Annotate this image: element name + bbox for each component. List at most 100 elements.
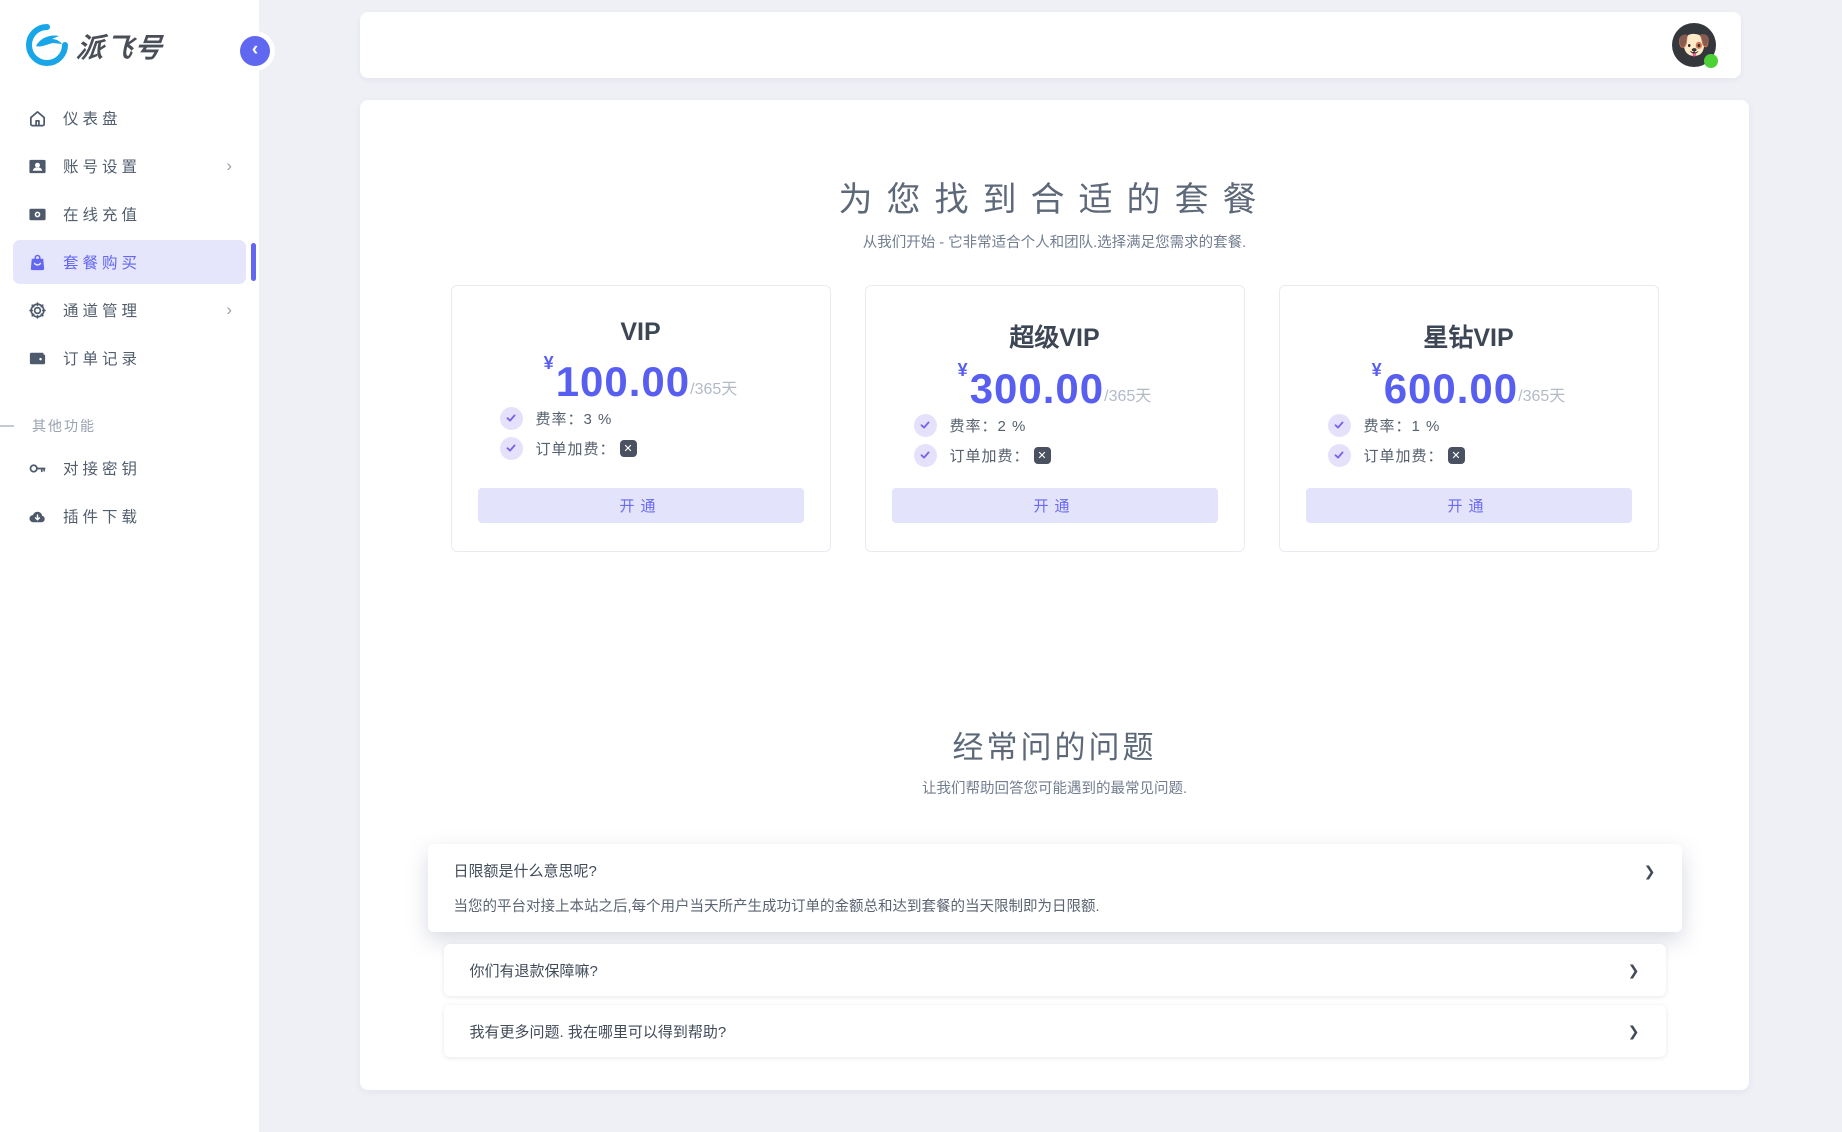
sidebar-item-order-records[interactable]: 订单记录 xyxy=(13,336,246,380)
logo-bird-icon xyxy=(26,24,68,66)
faq-question: 日限额是什么意思呢? xyxy=(453,863,597,880)
sidebar-section-other: 其他功能 xyxy=(0,416,259,436)
sidebar-item-account-settings[interactable]: 账号设置 xyxy=(13,144,246,188)
content-card: 为您找到合适的套餐 从我们开始 - 它非常适合个人和团队.选择满足您需求的套餐.… xyxy=(360,100,1749,1090)
faq-title: 经常问的问题 xyxy=(952,730,1157,765)
feature-surcharge: 订单加费： xyxy=(499,433,830,463)
faq-question-row: 日限额是什么意思呢? xyxy=(454,860,1656,881)
price-amount: 100.00 xyxy=(555,358,691,405)
shopping-bag-icon xyxy=(27,252,47,272)
feature-rate: 费率：3 % xyxy=(499,403,830,433)
cash-icon xyxy=(27,204,47,224)
plan-price: ¥ 300.00 /365天 xyxy=(866,358,1244,410)
check-icon xyxy=(499,436,523,460)
cloud-download-icon xyxy=(27,506,47,526)
price-period: /365天 xyxy=(1518,388,1566,405)
active-indicator-bar xyxy=(251,243,256,281)
faq-question: 我有更多问题. 我在哪里可以得到帮助? xyxy=(469,1023,727,1041)
plan-price: ¥ 600.00 /365天 xyxy=(1280,358,1658,410)
wallet-icon xyxy=(27,348,47,368)
feature-label: 费率：1 % xyxy=(1363,417,1441,435)
check-icon xyxy=(913,413,937,437)
chevron-right-icon[interactable] xyxy=(1628,960,1640,980)
currency-symbol: ¥ xyxy=(1371,360,1382,380)
sidebar-item-label: 套餐购买 xyxy=(63,255,142,272)
chevron-right-icon xyxy=(226,156,232,176)
id-card-icon xyxy=(27,156,47,176)
check-icon xyxy=(1327,413,1351,437)
logo: 派飞号 xyxy=(0,0,259,84)
plan-price: ¥ 100.00 /365天 xyxy=(452,351,830,403)
pricing-title: 为您找到合适的套餐 xyxy=(838,181,1271,219)
sidebar-item-label: 通道管理 xyxy=(63,303,142,320)
sidebar-item-plan-purchase[interactable]: 套餐购买 xyxy=(13,240,256,284)
price-period: /365天 xyxy=(1104,388,1152,405)
sidebar-item-label: 对接密钥 xyxy=(63,461,142,478)
chevron-right-icon[interactable] xyxy=(1628,1021,1640,1041)
sidebar-item-dashboard[interactable]: 仪表盘 xyxy=(13,96,246,140)
sidebar-item-online-recharge[interactable]: 在线充值 xyxy=(13,192,246,236)
sidebar-item-label: 订单记录 xyxy=(63,351,142,368)
plan-name: 超级VIP xyxy=(1009,324,1100,352)
plan-card-vip: VIP ¥ 100.00 /365天 费率：3 % 订单加费： 开通 xyxy=(450,285,831,552)
user-avatar[interactable]: 🐶 xyxy=(1672,23,1718,68)
feature-label: 订单加费： xyxy=(949,447,1030,465)
check-icon xyxy=(499,406,523,430)
feature-rate: 费率：1 % xyxy=(1327,410,1658,440)
plan-card-star-diamond-vip: 星钻VIP ¥ 600.00 /365天 费率：1 % 订单加费： 开通 xyxy=(1278,285,1659,552)
x-badge-icon xyxy=(1033,446,1051,464)
activate-button[interactable]: 开通 xyxy=(477,488,804,523)
activate-button[interactable]: 开通 xyxy=(891,488,1218,523)
sidebar-item-label: 插件下载 xyxy=(63,509,142,526)
chevron-right-icon xyxy=(226,300,232,320)
feature-label: 订单加费： xyxy=(535,440,616,458)
faq-answer: 当您的平台对接上本站之后,每个用户当天所产生成功订单的金额总和达到套餐的当天限制… xyxy=(453,899,1100,915)
feature-rate: 费率：2 % xyxy=(913,410,1244,440)
plans-row: VIP ¥ 100.00 /365天 费率：3 % 订单加费： 开通 xyxy=(360,285,1749,552)
home-icon xyxy=(27,108,47,128)
online-status-dot xyxy=(1704,54,1718,68)
activate-button[interactable]: 开通 xyxy=(1305,488,1632,523)
main-area: 🐶 为您找到合适的套餐 从我们开始 - 它非常适合个人和团队.选择满足您需求的套… xyxy=(259,0,1842,1132)
sidebar: 派飞号 仪表盘 账号设置 在线充值 套餐购买 xyxy=(0,0,270,1132)
x-badge-icon xyxy=(1447,446,1465,464)
chevron-right-icon[interactable] xyxy=(1644,861,1656,881)
sidebar-item-label: 账号设置 xyxy=(63,159,142,176)
pricing-subtitle: 从我们开始 - 它非常适合个人和团队.选择满足您需求的套餐. xyxy=(862,235,1247,251)
feature-surcharge: 订单加费： xyxy=(913,440,1244,470)
price-amount: 300.00 xyxy=(969,365,1105,412)
price-amount: 600.00 xyxy=(1383,365,1519,412)
feature-surcharge: 订单加费： xyxy=(1327,440,1658,470)
faq-item-daily-limit[interactable]: 日限额是什么意思呢? 当您的平台对接上本站之后,每个用户当天所产生成功订单的金额… xyxy=(427,844,1682,932)
sidebar-item-label: 仪表盘 xyxy=(63,111,122,128)
top-bar: 🐶 xyxy=(360,12,1741,78)
section-label: 其他功能 xyxy=(32,418,96,434)
faq-list: 日限额是什么意思呢? 当您的平台对接上本站之后,每个用户当天所产生成功订单的金额… xyxy=(427,844,1682,1057)
plan-name: 星钻VIP xyxy=(1423,324,1514,352)
check-icon xyxy=(1327,443,1351,467)
plan-name: VIP xyxy=(620,318,661,346)
check-icon xyxy=(913,443,937,467)
sidebar-item-label: 在线充值 xyxy=(63,207,142,224)
x-badge-icon xyxy=(619,439,637,457)
gear-icon xyxy=(27,300,47,320)
sidebar-collapse-button[interactable] xyxy=(240,36,270,66)
sidebar-item-plugin-download[interactable]: 插件下载 xyxy=(13,494,246,538)
faq-item-refund[interactable]: 你们有退款保障嘛? xyxy=(443,944,1666,996)
feature-label: 费率：3 % xyxy=(535,410,613,428)
faq-item-more-help[interactable]: 我有更多问题. 我在哪里可以得到帮助? xyxy=(443,1005,1666,1057)
sidebar-nav: 仪表盘 账号设置 在线充值 套餐购买 通道管理 xyxy=(0,96,259,538)
currency-symbol: ¥ xyxy=(543,353,554,373)
feature-label: 费率：2 % xyxy=(949,417,1027,435)
plan-card-super-vip: 超级VIP ¥ 300.00 /365天 费率：2 % 订单加费： 开通 xyxy=(864,285,1245,552)
logo-text: 派飞号 xyxy=(75,32,166,63)
section-divider xyxy=(0,425,14,427)
faq-subtitle: 让我们帮助回答您可能遇到的最常见问题. xyxy=(921,781,1188,797)
currency-symbol: ¥ xyxy=(957,360,968,380)
key-icon xyxy=(27,458,47,478)
faq-question: 你们有退款保障嘛? xyxy=(469,962,598,980)
price-period: /365天 xyxy=(690,381,738,398)
feature-label: 订单加费： xyxy=(1363,447,1444,465)
sidebar-item-channel-management[interactable]: 通道管理 xyxy=(13,288,246,332)
sidebar-item-api-keys[interactable]: 对接密钥 xyxy=(13,446,246,490)
